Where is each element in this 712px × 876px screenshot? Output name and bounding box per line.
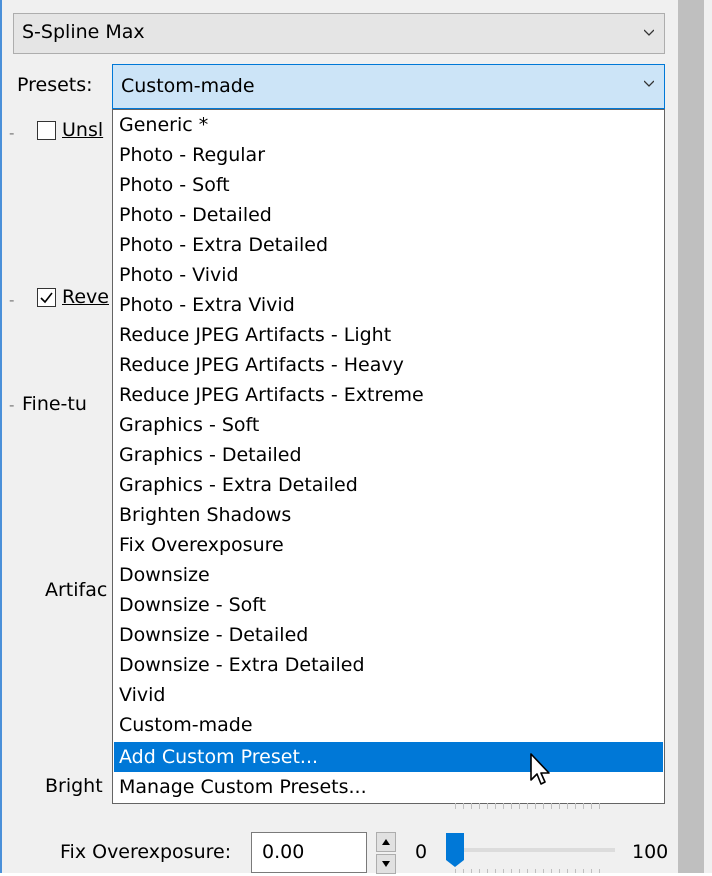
add-custom-preset-option[interactable]: Add Custom Preset... (114, 742, 663, 772)
arrow-down-icon (382, 861, 390, 867)
fix-overexposure-input[interactable]: 0.00 (251, 832, 367, 873)
preset-option[interactable]: Graphics - Extra Detailed (114, 470, 663, 500)
tree-dash: - (9, 124, 15, 142)
preset-option[interactable]: Vivid (114, 680, 663, 710)
preset-option[interactable]: Photo - Regular (114, 140, 663, 170)
preset-option[interactable]: Reduce JPEG Artifacts - Extreme (114, 380, 663, 410)
window-edge (704, 0, 712, 873)
fix-overexposure-label: Fix Overexposure: (60, 841, 232, 863)
reverse-label: Reve (62, 286, 109, 308)
fix-overexposure-stepper[interactable] (376, 832, 398, 876)
preset-option[interactable]: Photo - Extra Detailed (114, 230, 663, 260)
preset-option[interactable]: Fix Overexposure (114, 530, 663, 560)
slider-min-label: 0 (415, 841, 428, 863)
preset-option[interactable]: Photo - Extra Vivid (114, 290, 663, 320)
reverse-checkbox[interactable] (37, 288, 56, 307)
preset-option[interactable]: Reduce JPEG Artifacts - Heavy (114, 350, 663, 380)
stepper-up-button[interactable] (376, 832, 396, 852)
scrollbar-track[interactable] (678, 0, 704, 873)
algorithm-select[interactable]: S-Spline Max (13, 13, 665, 54)
preset-option[interactable]: Generic * (114, 110, 663, 140)
unsharp-mask-label: Unsl (62, 119, 104, 141)
artifacts-label: Artifac (45, 579, 108, 601)
panel-left-border (0, 0, 2, 873)
fine-tune-label: Fine-tu (22, 393, 87, 415)
chevron-down-icon (644, 29, 654, 36)
unsharp-mask-checkbox[interactable] (37, 121, 56, 140)
slider-ticks (455, 869, 605, 873)
preset-option[interactable]: Photo - Vivid (114, 260, 663, 290)
slider-max-label: 100 (632, 841, 669, 863)
preset-option[interactable]: Downsize (114, 560, 663, 590)
tree-dash: - (9, 396, 15, 414)
preset-option[interactable]: Reduce JPEG Artifacts - Light (114, 320, 663, 350)
preset-option[interactable]: Brighten Shadows (114, 500, 663, 530)
preset-option[interactable]: Downsize - Extra Detailed (114, 650, 663, 680)
mouse-pointer-icon (530, 753, 550, 785)
slider-ticks (455, 803, 605, 809)
presets-select-value: Custom-made (121, 75, 255, 97)
preset-option[interactable]: Custom-made (114, 710, 663, 740)
preset-option[interactable]: Downsize - Detailed (114, 620, 663, 650)
preset-option[interactable]: Photo - Detailed (114, 200, 663, 230)
manage-custom-presets-option[interactable]: Manage Custom Presets... (114, 772, 663, 802)
preset-option[interactable]: Downsize - Soft (114, 590, 663, 620)
fix-overexposure-value: 0.00 (262, 841, 305, 863)
presets-dropdown-list: Generic * Photo - Regular Photo - Soft P… (112, 109, 665, 804)
brighten-label: Bright (45, 775, 103, 797)
fix-overexposure-slider-thumb[interactable] (445, 832, 465, 868)
arrow-up-icon (382, 839, 390, 845)
chevron-down-icon (644, 80, 654, 87)
checkmark-icon (40, 292, 53, 304)
preset-option[interactable]: Graphics - Detailed (114, 440, 663, 470)
preset-option[interactable]: Photo - Soft (114, 170, 663, 200)
presets-select[interactable]: Custom-made (112, 64, 665, 109)
fix-overexposure-slider-track[interactable] (447, 848, 615, 852)
stepper-down-button[interactable] (376, 854, 396, 874)
presets-label: Presets: (17, 74, 93, 96)
tree-dash: - (9, 291, 15, 309)
algorithm-select-value: S-Spline Max (22, 21, 145, 43)
preset-option[interactable]: Graphics - Soft (114, 410, 663, 440)
